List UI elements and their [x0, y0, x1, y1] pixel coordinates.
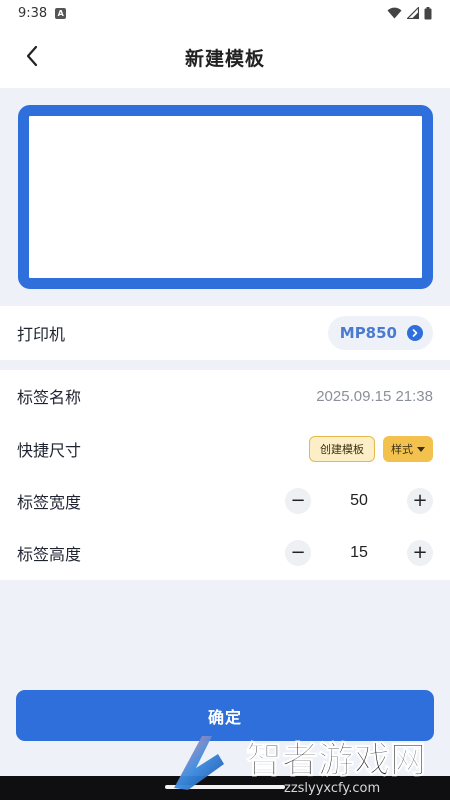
back-button[interactable]: [14, 38, 50, 74]
label-height-value[interactable]: 15: [311, 544, 407, 562]
caret-down-icon: [417, 446, 425, 452]
label-width-value[interactable]: 50: [311, 492, 407, 510]
chevron-right-icon: [407, 325, 423, 341]
settings-panel: 标签名称 2025.09.15 21:38 快捷尺寸 创建模板 样式 标签宽度 …: [0, 370, 450, 580]
printer-select-button[interactable]: MP850: [327, 316, 433, 350]
status-bar: 9:38 A: [0, 0, 450, 26]
signal-icon: [407, 7, 419, 19]
quick-size-row: 快捷尺寸 创建模板 样式: [0, 423, 450, 475]
label-name-value[interactable]: 2025.09.15 21:38: [316, 388, 433, 405]
printer-row[interactable]: 打印机 MP850: [0, 306, 450, 360]
bottom-area: 确定: [0, 580, 450, 776]
page-title: 新建模板: [184, 47, 265, 70]
navigation-bar: [0, 776, 450, 800]
status-icons: [387, 6, 432, 20]
label-width-row: 标签宽度 − 50 +: [0, 475, 450, 527]
printer-name: MP850: [339, 324, 397, 342]
section-divider: [0, 360, 450, 370]
label-width-stepper: − 50 +: [285, 488, 433, 514]
battery-icon: [424, 6, 432, 19]
height-decrement-button[interactable]: −: [285, 540, 311, 566]
notification-a-icon: A: [55, 7, 67, 19]
style-dropdown[interactable]: 样式: [383, 436, 433, 462]
printer-label: 打印机: [17, 325, 66, 344]
home-indicator[interactable]: [165, 785, 285, 789]
label-name-row[interactable]: 标签名称 2025.09.15 21:38: [0, 370, 450, 422]
label-preview-canvas[interactable]: [18, 105, 433, 289]
create-template-button[interactable]: 创建模板: [309, 436, 375, 462]
label-width-label: 标签宽度: [17, 493, 82, 512]
height-increment-button[interactable]: +: [407, 540, 433, 566]
label-height-stepper: − 15 +: [285, 540, 433, 566]
quick-size-label: 快捷尺寸: [17, 441, 82, 460]
label-name-label: 标签名称: [17, 388, 82, 407]
label-height-label: 标签高度: [17, 545, 82, 564]
quick-size-actions: 创建模板 样式: [309, 436, 433, 462]
preview-area: [0, 88, 450, 306]
confirm-button[interactable]: 确定: [16, 690, 434, 741]
chevron-left-icon: [26, 45, 38, 67]
wifi-icon: [387, 7, 402, 19]
status-left: 9:38 A: [18, 5, 67, 21]
width-increment-button[interactable]: +: [407, 488, 433, 514]
label-height-row: 标签高度 − 15 +: [0, 527, 450, 579]
width-decrement-button[interactable]: −: [285, 488, 311, 514]
app-header: 新建模板: [0, 26, 450, 88]
status-time: 9:38: [18, 5, 48, 21]
style-dropdown-label: 样式: [391, 443, 413, 456]
